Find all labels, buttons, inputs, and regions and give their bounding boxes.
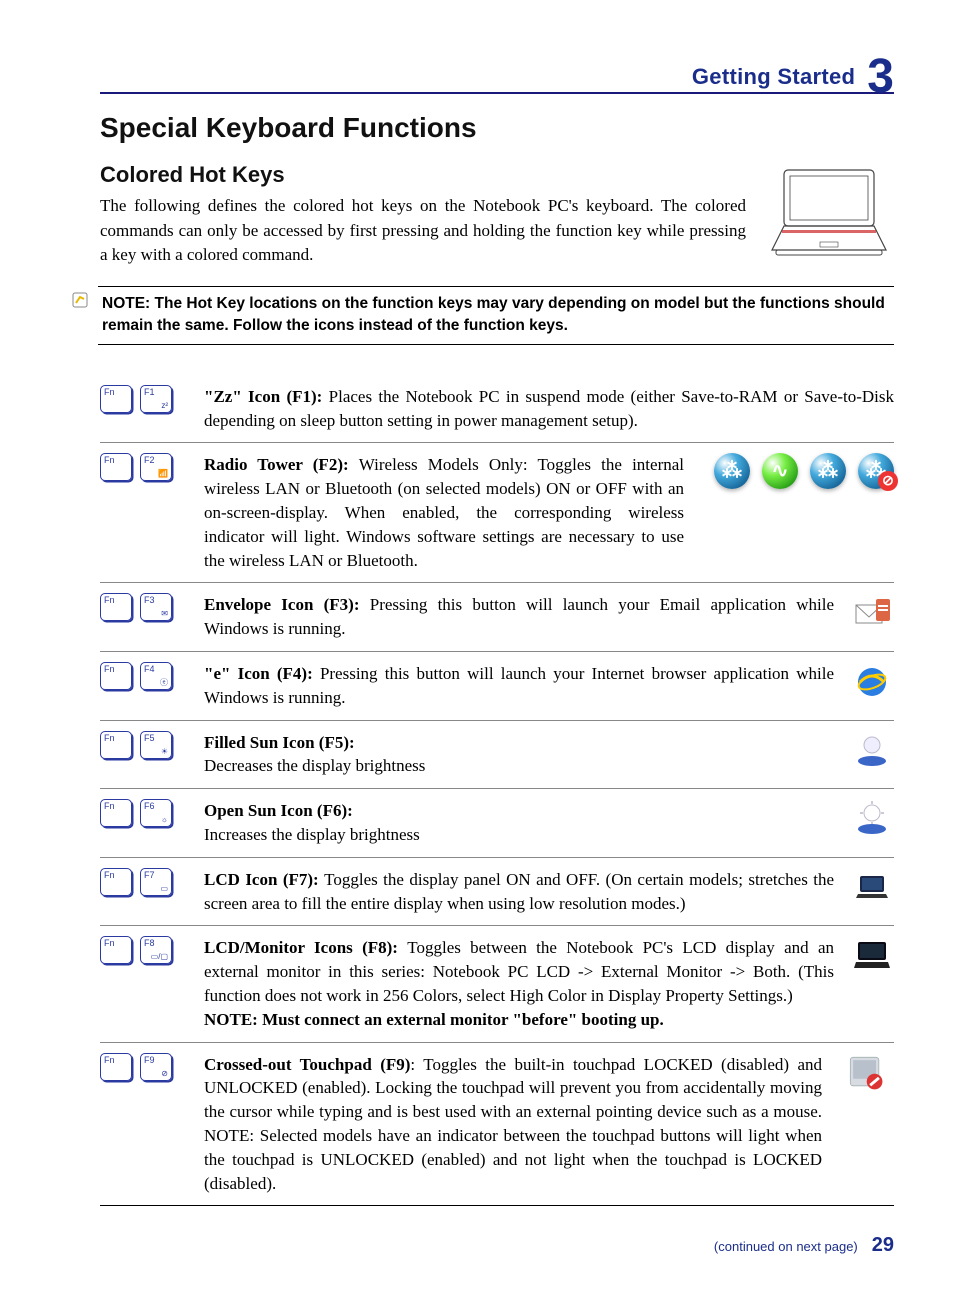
- note-box: NOTE: The Hot Key locations on the funct…: [98, 286, 894, 345]
- fn-key-icon: Fn: [100, 593, 132, 621]
- hotkey-row-f7: Fn F7▭ LCD Icon (F7): Toggles the displa…: [100, 858, 894, 927]
- fn-key-icon: Fn: [100, 1053, 132, 1081]
- fn-key-icon: Fn: [100, 799, 132, 827]
- wlan-on-icon: ∿: [762, 453, 798, 489]
- brightness-down-icon: [850, 731, 894, 771]
- hotkey-row-f8: Fn F8▭/▢ LCD/Monitor Icons (F8): Toggles…: [100, 926, 894, 1042]
- f9-key-icon: F9⊘: [140, 1053, 172, 1081]
- hotkey-row-f2: Fn F2📶 Radio Tower (F2): Wireless Models…: [100, 443, 894, 583]
- f4-key-icon: F4ⓔ: [140, 662, 172, 690]
- f6-lead: Open Sun Icon (F6):: [204, 799, 834, 823]
- lcd-icon: [850, 868, 894, 908]
- f3-lead: Envelope Icon (F3):: [204, 595, 370, 614]
- f5-key-icon: F5☀: [140, 731, 172, 759]
- f6-body: Increases the display brightness: [204, 823, 834, 847]
- f8-lead: LCD/Monitor Icons (F8):: [204, 938, 407, 957]
- f9-lead: Crossed-out Touchpad (F9): [204, 1055, 410, 1074]
- f4-lead: "e" Icon (F4):: [204, 664, 320, 683]
- continued-label: (continued on next page): [714, 1239, 858, 1254]
- f8-subnote: NOTE: Must connect an external monitor "…: [204, 1008, 834, 1032]
- f2-lead: Radio Tower (F2):: [204, 455, 359, 474]
- brightness-up-icon: [850, 799, 894, 839]
- laptop-illustration-icon: [764, 162, 894, 267]
- section-title: Getting Started: [692, 64, 855, 90]
- f9-body: : Toggles the built-in touchpad LOCKED (…: [204, 1055, 822, 1193]
- f3-key-icon: F3✉: [140, 593, 172, 621]
- lcd-monitor-icon: [850, 936, 894, 976]
- touchpad-disable-icon: [838, 1053, 894, 1093]
- hotkey-row-f5: Fn F5☀ Filled Sun Icon (F5): Decreases t…: [100, 721, 894, 790]
- hotkey-row-f4: Fn F4ⓔ "e" Icon (F4): Pressing this butt…: [100, 652, 894, 721]
- hotkey-row-f1: Fn F1z² "Zz" Icon (F1): Places the Noteb…: [100, 375, 894, 444]
- intro-paragraph: The following defines the colored hot ke…: [100, 194, 746, 268]
- f7-lead: LCD Icon (F7):: [204, 870, 324, 889]
- subsection-title: Colored Hot Keys: [100, 162, 746, 188]
- hotkey-row-f3: Fn F3✉ Envelope Icon (F3): Pressing this…: [100, 583, 894, 652]
- fn-key-icon: Fn: [100, 662, 132, 690]
- bluetooth-icon: ⁂: [810, 453, 846, 489]
- wireless-status-icons: ⁂ ∿ ⁂ ⁂⊘: [694, 453, 894, 489]
- f5-body: Decreases the display brightness: [204, 754, 834, 778]
- fn-key-icon: Fn: [100, 453, 132, 481]
- fn-key-icon: Fn: [100, 731, 132, 759]
- hotkey-row-f9: Fn F9⊘ Crossed-out Touchpad (F9): Toggle…: [100, 1043, 894, 1207]
- fn-key-icon: Fn: [100, 385, 132, 413]
- f7-key-icon: F7▭: [140, 868, 172, 896]
- page-header: Getting Started 3: [100, 50, 894, 94]
- f2-key-icon: F2📶: [140, 453, 172, 481]
- fn-key-icon: Fn: [100, 868, 132, 896]
- wlan-off-icon: ⁂⊘: [858, 453, 894, 489]
- hotkey-row-f6: Fn F6☼ Open Sun Icon (F6): Increases the…: [100, 789, 894, 858]
- fn-key-icon: Fn: [100, 936, 132, 964]
- f1-key-icon: F1z²: [140, 385, 172, 413]
- email-icon: [850, 593, 894, 633]
- bluetooth-on-icon: ⁂: [714, 453, 750, 489]
- note-icon: [72, 292, 88, 308]
- f6-key-icon: F6☼: [140, 799, 172, 827]
- internet-explorer-icon: [850, 662, 894, 702]
- f1-lead: "Zz" Icon (F1):: [204, 387, 329, 406]
- chapter-number: 3: [867, 58, 894, 96]
- page-footer: (continued on next page) 29: [100, 1234, 894, 1257]
- page-title: Special Keyboard Functions: [100, 112, 894, 144]
- f8-key-icon: F8▭/▢: [140, 936, 172, 964]
- page-number: 29: [872, 1234, 894, 1257]
- f5-lead: Filled Sun Icon (F5):: [204, 731, 834, 755]
